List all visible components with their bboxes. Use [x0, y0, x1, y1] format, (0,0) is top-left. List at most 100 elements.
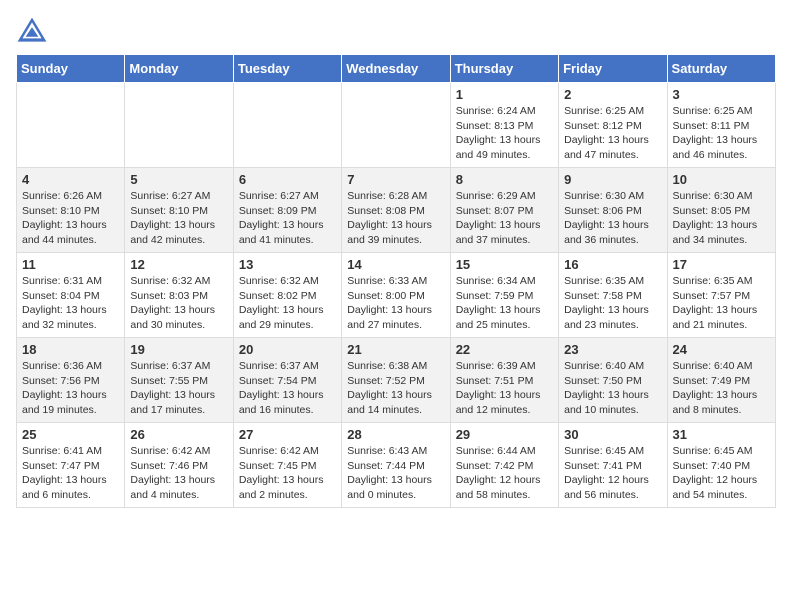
- day-number: 30: [564, 427, 661, 442]
- calendar-week-row: 4 Sunrise: 6:26 AM Sunset: 8:10 PM Daylig…: [17, 168, 776, 253]
- calendar-cell: 24 Sunrise: 6:40 AM Sunset: 7:49 PM Dayli…: [667, 338, 775, 423]
- calendar-week-row: 1Sunrise: 6:24 AM Sunset: 8:13 PM Daylig…: [17, 83, 776, 168]
- day-info: Sunrise: 6:35 AM Sunset: 7:58 PM Dayligh…: [564, 274, 661, 333]
- calendar-table: SundayMondayTuesdayWednesdayThursdayFrid…: [16, 54, 776, 508]
- calendar-cell: 18 Sunrise: 6:36 AM Sunset: 7:56 PM Dayli…: [17, 338, 125, 423]
- day-number: 4: [22, 172, 119, 187]
- calendar-cell: 26 Sunrise: 6:42 AM Sunset: 7:46 PM Dayli…: [125, 423, 233, 508]
- day-number: 5: [130, 172, 227, 187]
- day-info: Sunrise: 6:25 AM Sunset: 8:11 PM Dayligh…: [673, 104, 770, 163]
- day-number: 19: [130, 342, 227, 357]
- day-number: 20: [239, 342, 336, 357]
- calendar-cell: 2Sunrise: 6:25 AM Sunset: 8:12 PM Daylig…: [559, 83, 667, 168]
- day-info: Sunrise: 6:29 AM Sunset: 8:07 PM Dayligh…: [456, 189, 553, 248]
- day-info: Sunrise: 6:32 AM Sunset: 8:02 PM Dayligh…: [239, 274, 336, 333]
- day-info: Sunrise: 6:38 AM Sunset: 7:52 PM Dayligh…: [347, 359, 444, 418]
- day-number: 21: [347, 342, 444, 357]
- calendar-cell: 9Sunrise: 6:30 AM Sunset: 8:06 PM Daylig…: [559, 168, 667, 253]
- day-number: 6: [239, 172, 336, 187]
- day-number: 12: [130, 257, 227, 272]
- calendar-cell: [233, 83, 341, 168]
- calendar-cell: 21 Sunrise: 6:38 AM Sunset: 7:52 PM Dayli…: [342, 338, 450, 423]
- day-number: 10: [673, 172, 770, 187]
- day-info: Sunrise: 6:27 AM Sunset: 8:09 PM Dayligh…: [239, 189, 336, 248]
- calendar-cell: 16 Sunrise: 6:35 AM Sunset: 7:58 PM Dayli…: [559, 253, 667, 338]
- calendar-cell: 5 Sunrise: 6:27 AM Sunset: 8:10 PM Daylig…: [125, 168, 233, 253]
- day-info: Sunrise: 6:45 AM Sunset: 7:41 PM Dayligh…: [564, 444, 661, 503]
- day-info: Sunrise: 6:27 AM Sunset: 8:10 PM Dayligh…: [130, 189, 227, 248]
- day-info: Sunrise: 6:34 AM Sunset: 7:59 PM Dayligh…: [456, 274, 553, 333]
- calendar-cell: 1Sunrise: 6:24 AM Sunset: 8:13 PM Daylig…: [450, 83, 558, 168]
- calendar-cell: [342, 83, 450, 168]
- weekday-header-row: SundayMondayTuesdayWednesdayThursdayFrid…: [17, 55, 776, 83]
- calendar-body: 1Sunrise: 6:24 AM Sunset: 8:13 PM Daylig…: [17, 83, 776, 508]
- day-info: Sunrise: 6:41 AM Sunset: 7:47 PM Dayligh…: [22, 444, 119, 503]
- day-number: 13: [239, 257, 336, 272]
- day-info: Sunrise: 6:31 AM Sunset: 8:04 PM Dayligh…: [22, 274, 119, 333]
- calendar-cell: 27Sunrise: 6:42 AM Sunset: 7:45 PM Dayli…: [233, 423, 341, 508]
- calendar-header: SundayMondayTuesdayWednesdayThursdayFrid…: [17, 55, 776, 83]
- day-info: Sunrise: 6:37 AM Sunset: 7:55 PM Dayligh…: [130, 359, 227, 418]
- day-info: Sunrise: 6:36 AM Sunset: 7:56 PM Dayligh…: [22, 359, 119, 418]
- day-info: Sunrise: 6:40 AM Sunset: 7:50 PM Dayligh…: [564, 359, 661, 418]
- calendar-cell: [17, 83, 125, 168]
- calendar-cell: 28 Sunrise: 6:43 AM Sunset: 7:44 PM Dayli…: [342, 423, 450, 508]
- day-info: Sunrise: 6:33 AM Sunset: 8:00 PM Dayligh…: [347, 274, 444, 333]
- day-number: 28: [347, 427, 444, 442]
- calendar-cell: 29Sunrise: 6:44 AM Sunset: 7:42 PM Dayli…: [450, 423, 558, 508]
- day-number: 26: [130, 427, 227, 442]
- weekday-header-saturday: Saturday: [667, 55, 775, 83]
- day-info: Sunrise: 6:32 AM Sunset: 8:03 PM Dayligh…: [130, 274, 227, 333]
- calendar-cell: 20 Sunrise: 6:37 AM Sunset: 7:54 PM Dayli…: [233, 338, 341, 423]
- calendar-cell: 14 Sunrise: 6:33 AM Sunset: 8:00 PM Dayli…: [342, 253, 450, 338]
- calendar-cell: 12 Sunrise: 6:32 AM Sunset: 8:03 PM Dayli…: [125, 253, 233, 338]
- day-number: 15: [456, 257, 553, 272]
- day-number: 27: [239, 427, 336, 442]
- weekday-header-monday: Monday: [125, 55, 233, 83]
- day-info: Sunrise: 6:45 AM Sunset: 7:40 PM Dayligh…: [673, 444, 770, 503]
- calendar-cell: 22Sunrise: 6:39 AM Sunset: 7:51 PM Dayli…: [450, 338, 558, 423]
- day-number: 25: [22, 427, 119, 442]
- calendar-cell: [125, 83, 233, 168]
- day-info: Sunrise: 6:44 AM Sunset: 7:42 PM Dayligh…: [456, 444, 553, 503]
- calendar-cell: 4 Sunrise: 6:26 AM Sunset: 8:10 PM Daylig…: [17, 168, 125, 253]
- calendar-cell: 3Sunrise: 6:25 AM Sunset: 8:11 PM Daylig…: [667, 83, 775, 168]
- calendar-week-row: 25 Sunrise: 6:41 AM Sunset: 7:47 PM Dayli…: [17, 423, 776, 508]
- calendar-cell: 13 Sunrise: 6:32 AM Sunset: 8:02 PM Dayli…: [233, 253, 341, 338]
- calendar-week-row: 18 Sunrise: 6:36 AM Sunset: 7:56 PM Dayli…: [17, 338, 776, 423]
- day-number: 18: [22, 342, 119, 357]
- weekday-header-sunday: Sunday: [17, 55, 125, 83]
- day-number: 24: [673, 342, 770, 357]
- day-number: 11: [22, 257, 119, 272]
- day-info: Sunrise: 6:37 AM Sunset: 7:54 PM Dayligh…: [239, 359, 336, 418]
- day-info: Sunrise: 6:28 AM Sunset: 8:08 PM Dayligh…: [347, 189, 444, 248]
- day-number: 22: [456, 342, 553, 357]
- calendar-cell: 25 Sunrise: 6:41 AM Sunset: 7:47 PM Dayli…: [17, 423, 125, 508]
- calendar-cell: 10Sunrise: 6:30 AM Sunset: 8:05 PM Dayli…: [667, 168, 775, 253]
- day-info: Sunrise: 6:42 AM Sunset: 7:46 PM Dayligh…: [130, 444, 227, 503]
- calendar-cell: 7Sunrise: 6:28 AM Sunset: 8:08 PM Daylig…: [342, 168, 450, 253]
- logo-icon: [16, 16, 48, 44]
- day-number: 14: [347, 257, 444, 272]
- day-number: 16: [564, 257, 661, 272]
- calendar-cell: 11 Sunrise: 6:31 AM Sunset: 8:04 PM Dayli…: [17, 253, 125, 338]
- day-info: Sunrise: 6:26 AM Sunset: 8:10 PM Dayligh…: [22, 189, 119, 248]
- calendar-cell: 31 Sunrise: 6:45 AM Sunset: 7:40 PM Dayli…: [667, 423, 775, 508]
- weekday-header-thursday: Thursday: [450, 55, 558, 83]
- day-info: Sunrise: 6:40 AM Sunset: 7:49 PM Dayligh…: [673, 359, 770, 418]
- calendar-week-row: 11 Sunrise: 6:31 AM Sunset: 8:04 PM Dayli…: [17, 253, 776, 338]
- day-number: 31: [673, 427, 770, 442]
- calendar-cell: 8 Sunrise: 6:29 AM Sunset: 8:07 PM Daylig…: [450, 168, 558, 253]
- day-info: Sunrise: 6:35 AM Sunset: 7:57 PM Dayligh…: [673, 274, 770, 333]
- calendar-cell: 19 Sunrise: 6:37 AM Sunset: 7:55 PM Dayli…: [125, 338, 233, 423]
- day-info: Sunrise: 6:30 AM Sunset: 8:06 PM Dayligh…: [564, 189, 661, 248]
- day-number: 17: [673, 257, 770, 272]
- day-number: 2: [564, 87, 661, 102]
- page-header: [16, 16, 776, 44]
- day-number: 8: [456, 172, 553, 187]
- weekday-header-tuesday: Tuesday: [233, 55, 341, 83]
- day-info: Sunrise: 6:43 AM Sunset: 7:44 PM Dayligh…: [347, 444, 444, 503]
- day-number: 23: [564, 342, 661, 357]
- day-number: 1: [456, 87, 553, 102]
- weekday-header-wednesday: Wednesday: [342, 55, 450, 83]
